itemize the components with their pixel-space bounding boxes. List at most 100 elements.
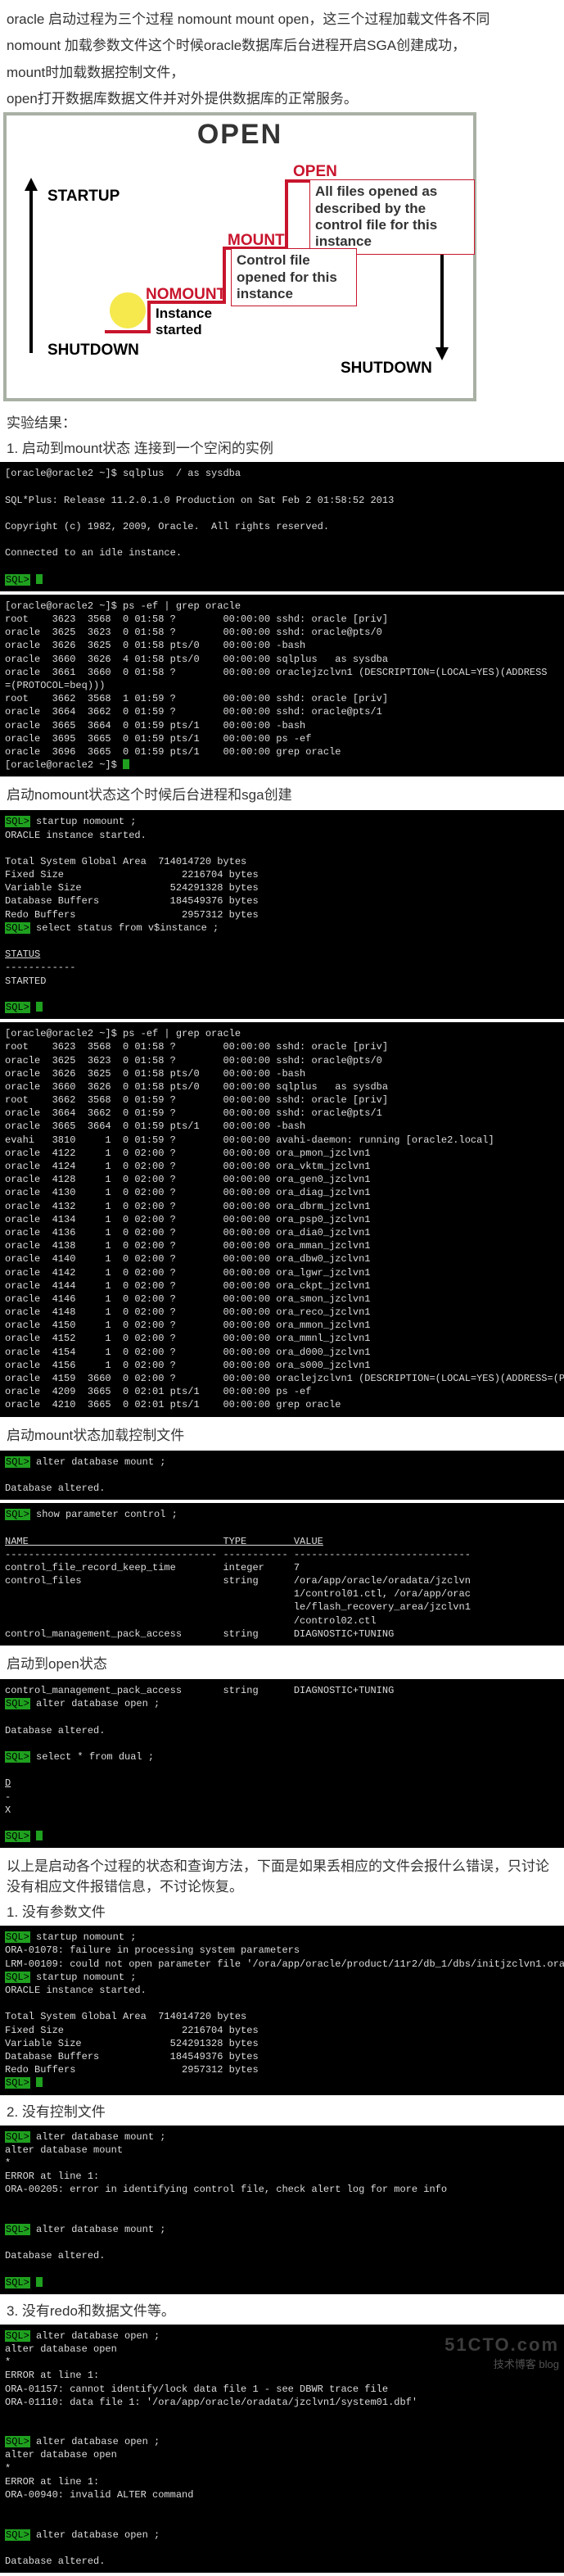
arrow-right-head-icon [435, 347, 449, 360]
terminal-line: root 3662 3568 0 01:59 ? 00:00:00 sshd: … [0, 1093, 564, 1107]
terminal-line: - [0, 1791, 564, 1804]
terminal-line: D [0, 1777, 564, 1790]
terminal-line: SQL> [0, 2076, 564, 2089]
terminal-line [0, 2422, 564, 2435]
terminal-line: ORA-00940: invalid ALTER command [0, 2488, 564, 2501]
terminal-line [0, 2501, 564, 2515]
terminal-line [0, 1763, 564, 1777]
terminal-line: SQL> show parameter control ; [0, 1508, 564, 1521]
terminal-line: ORA-01078: failure in processing system … [0, 1944, 564, 1957]
terminal-line: Redo Buffers 2957312 bytes [0, 908, 564, 921]
terminal-line: control_files string /ora/app/oracle/ora… [0, 1574, 564, 1587]
terminal-line: oracle 4136 1 0 02:00 ? 00:00:00 ora_dia… [0, 1226, 564, 1239]
terminal-line: oracle 4210 3665 0 02:01 pts/1 00:00:00 … [0, 1398, 564, 1411]
terminal-line: root 3623 3568 0 01:58 ? 00:00:00 sshd: … [0, 613, 564, 626]
terminal-line: oracle 3660 3626 0 01:58 pts/0 00:00:00 … [0, 1080, 564, 1093]
terminal-line: evahi 3810 1 0 01:59 ? 00:00:00 avahi-da… [0, 1134, 564, 1147]
terminal-line: SQL> alter database open ; [0, 1697, 564, 1710]
terminal-line: =(PROTOCOL=beq))) [0, 679, 564, 692]
section-results: 实验结果： [0, 408, 564, 435]
terminal-line: [oracle@oracle2 ~]$ ps -ef | grep oracle [0, 1027, 564, 1040]
section-4-title: 启动到open状态 [0, 1649, 564, 1676]
terminal-line [0, 1469, 564, 1482]
terminal-line: Variable Size 524291328 bytes [0, 881, 564, 894]
terminal-line: oracle 3661 3660 0 01:58 ? 00:00:00 orac… [0, 666, 564, 679]
terminal-line: oracle 4144 1 0 02:00 ? 00:00:00 ora_ckp… [0, 1279, 564, 1293]
terminal-line: /control02.ctl [0, 1614, 564, 1628]
terminal-line: Database altered. [0, 1724, 564, 1737]
terminal-line: SQL> alter database open ; [0, 2329, 564, 2343]
terminal-line: ERROR at line 1: [0, 2369, 564, 2382]
intro-p1: oracle 启动过程为三个过程 nomount mount open，这三个过… [7, 7, 557, 33]
terminal-line [0, 2236, 564, 2249]
terminal-line: oracle 4154 1 0 02:00 ? 00:00:00 ora_d00… [0, 1346, 564, 1359]
terminal-line: Database altered. [0, 2249, 564, 2262]
terminal-line: SQL> startup nomount ; [0, 815, 564, 828]
section-5-title: 以上是启动各个过程的状态和查询方法，下面是如果丢相应的文件会报什么错误，只讨论没… [0, 1851, 564, 1899]
terminal-line: NAME TYPE VALUE [0, 1535, 564, 1548]
terminal-line: ------------------------------------ ---… [0, 1548, 564, 1561]
section-5-2: 2. 没有控制文件 [0, 2098, 564, 2122]
terminal-line [0, 507, 564, 520]
terminal-line: SQL> alter database open ; [0, 2528, 564, 2542]
terminal-line: [oracle@oracle2 ~]$ sqlplus / as sysdba [0, 467, 564, 480]
terminal-line: oracle 4124 1 0 02:00 ? 00:00:00 ora_vkt… [0, 1160, 564, 1173]
terminal-line: Database Buffers 184549376 bytes [0, 2050, 564, 2063]
terminal-6: SQL> show parameter control ; NAME TYPE … [0, 1503, 564, 1646]
terminal-8: SQL> startup nomount ;ORA-01078: failure… [0, 1926, 564, 2094]
terminal-10: SQL> alter database open ;alter database… [0, 2325, 564, 2573]
terminal-line [0, 1521, 564, 1534]
terminal-line: Variable Size 524291328 bytes [0, 2037, 564, 2050]
intro-p4: open打开数据库数据文件并对外提供数据库的正常服务。 [7, 86, 557, 112]
terminal-line: ERROR at line 1: [0, 2170, 564, 2183]
terminal-line: oracle 4130 1 0 02:00 ? 00:00:00 ora_dia… [0, 1186, 564, 1199]
terminal-line: oracle 3626 3625 0 01:58 pts/0 00:00:00 … [0, 639, 564, 652]
diagram-title: OPEN [7, 115, 473, 151]
terminal-line: SQL> select * from dual ; [0, 1750, 564, 1763]
arrow-left [29, 189, 33, 353]
terminal-line: Copyright (c) 1982, 2009, Oracle. All ri… [0, 520, 564, 533]
label-startup: STARTUP [47, 188, 120, 206]
terminal-line: control_management_pack_access string DI… [0, 1684, 564, 1697]
terminal-line: oracle 4150 1 0 02:00 ? 00:00:00 ora_mmo… [0, 1319, 564, 1332]
terminal-line [0, 1817, 564, 1830]
terminal-line: oracle 3664 3662 0 01:59 ? 00:00:00 sshd… [0, 1107, 564, 1120]
intro-p2: nomount 加载参数文件这个时候oracle数据库后台进程开启SGA创建成功… [7, 33, 557, 59]
terminal-line: Fixed Size 2216704 bytes [0, 2024, 564, 2037]
terminal-line: SQL> alter database mount ; [0, 2223, 564, 2236]
terminal-line [0, 560, 564, 573]
terminal-line [0, 480, 564, 493]
terminal-line: SQL> alter database mount ; [0, 1456, 564, 1469]
terminal-line [0, 2542, 564, 2555]
terminal-line: oracle 3665 3664 0 01:59 pts/1 00:00:00 … [0, 1120, 564, 1133]
terminal-line [0, 2196, 564, 2209]
terminal-1: [oracle@oracle2 ~]$ sqlplus / as sysdba … [0, 462, 564, 591]
terminal-line: oracle 4148 1 0 02:00 ? 00:00:00 ora_rec… [0, 1306, 564, 1319]
step-line [285, 179, 288, 250]
section-1-title: 1. 启动到mount状态 连接到一个空闲的实例 [0, 435, 564, 459]
step-line [147, 301, 151, 333]
terminal-line: oracle 3626 3625 0 01:58 pts/0 00:00:00 … [0, 1067, 564, 1080]
terminal-line: ------------ [0, 961, 564, 974]
terminal-line: oracle 3625 3623 0 01:58 ? 00:00:00 sshd… [0, 1054, 564, 1067]
terminal-3: SQL> startup nomount ;ORACLE instance st… [0, 810, 564, 1019]
section-3-title: 启动mount状态加载控制文件 [0, 1420, 564, 1447]
highlight-dot-icon [110, 292, 146, 328]
terminal-9: SQL> alter database mount ;alter databas… [0, 2126, 564, 2294]
terminal-line: root 3662 3568 1 01:59 ? 00:00:00 sshd: … [0, 692, 564, 705]
terminal-line: Connected to an idle instance. [0, 546, 564, 559]
label-shutdown-left: SHUTDOWN [47, 342, 139, 360]
terminal-line: oracle 4132 1 0 02:00 ? 00:00:00 ora_dbr… [0, 1200, 564, 1213]
terminal-line: ORA-00205: error in identifying control … [0, 2183, 564, 2196]
terminal-line: oracle 3664 3662 0 01:59 ? 00:00:00 sshd… [0, 705, 564, 718]
callout-mount: Control file opened for this instance [231, 248, 357, 306]
terminal-line: oracle 4142 1 0 02:00 ? 00:00:00 ora_lgw… [0, 1266, 564, 1279]
terminal-line: LRM-00109: could not open parameter file… [0, 1958, 564, 1971]
terminal-line: SQL> [0, 2276, 564, 2289]
terminal-line: SQL*Plus: Release 11.2.0.1.0 Production … [0, 494, 564, 507]
terminal-line: oracle 3665 3664 0 01:59 pts/1 00:00:00 … [0, 719, 564, 732]
terminal-line: Database Buffers 184549376 bytes [0, 894, 564, 908]
terminal-line: Database altered. [0, 2555, 564, 2568]
section-5-3: 3. 没有redo和数据文件等。 [0, 2298, 564, 2321]
arrow-left-head-icon [25, 178, 38, 191]
